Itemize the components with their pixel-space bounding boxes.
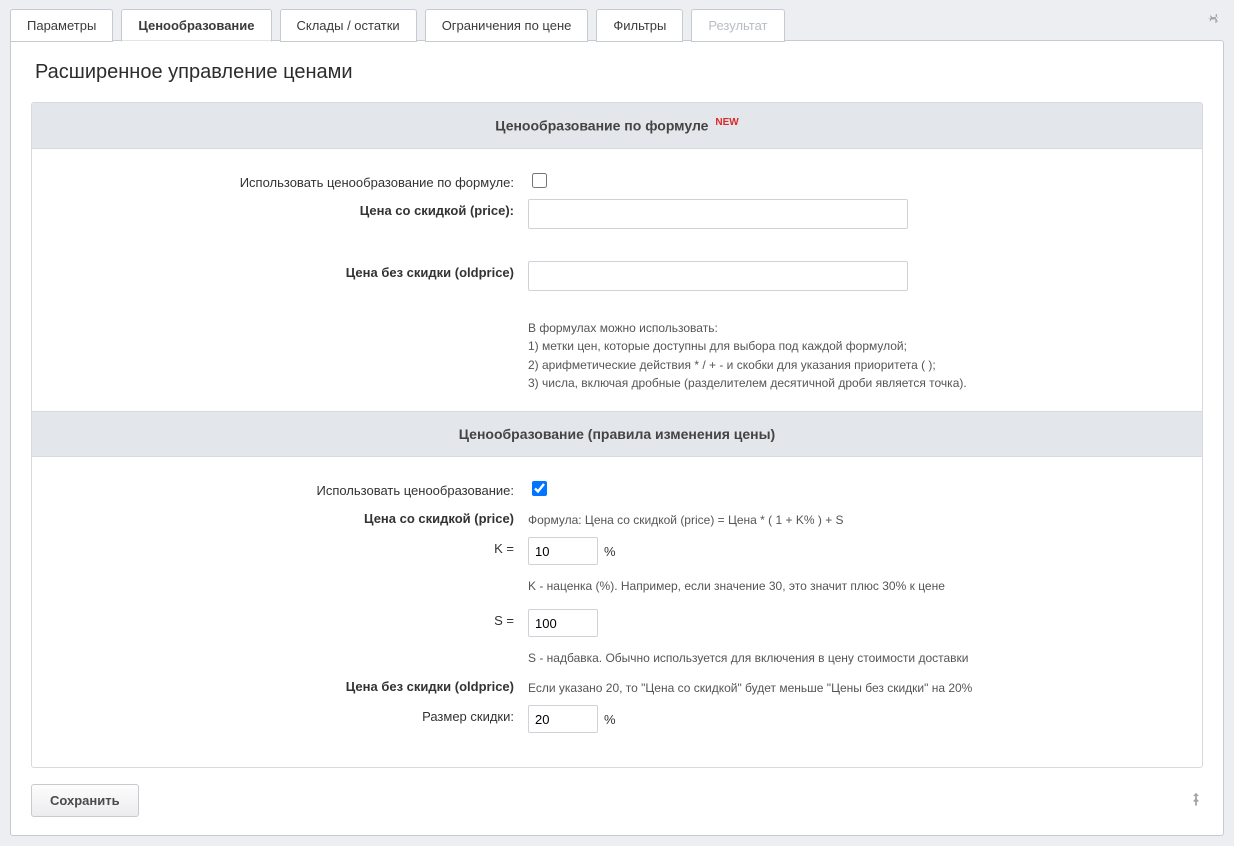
oldprice-formula-input[interactable] (528, 261, 908, 291)
section-rules-title: Ценообразование (правила изменения цены) (459, 426, 775, 442)
oldprice-formula-label: Цена без скидки (oldprice) (32, 261, 522, 280)
discount-input[interactable] (528, 705, 598, 733)
discount-label: Размер скидки: (32, 705, 522, 724)
tab-parameters[interactable]: Параметры (10, 9, 113, 42)
price-formula-label: Цена со скидкой (price): (32, 199, 522, 218)
price-rules-formula: Формула: Цена со скидкой (price) = Цена … (522, 507, 1202, 529)
k-help: K - наценка (%). Например, если значение… (528, 573, 1202, 595)
k-input[interactable] (528, 537, 598, 565)
formula-help-intro: В формулах можно использовать: (528, 319, 1168, 338)
oldprice-rules-label: Цена без скидки (oldprice) (32, 675, 522, 694)
formula-help-3: 3) числа, включая дробные (разделителем … (528, 374, 1168, 393)
settings-box: Ценообразование по формуле NEW Использов… (31, 102, 1203, 768)
oldprice-rules-help: Если указано 20, то "Цена со скидкой" бу… (522, 675, 1202, 697)
k-suffix: % (604, 544, 616, 559)
s-help: S - надбавка. Обычно используется для вк… (528, 645, 1202, 667)
page-title: Расширенное управление ценами (35, 61, 1203, 84)
price-rules-label: Цена со скидкой (price) (32, 507, 522, 526)
s-input[interactable] (528, 609, 598, 637)
formula-help: В формулах можно использовать: 1) метки … (528, 319, 1168, 393)
s-label: S = (32, 609, 522, 628)
section-formula-title: Ценообразование по формуле (495, 118, 708, 134)
tab-filters[interactable]: Фильтры (596, 9, 683, 42)
footer-pin-icon[interactable] (1189, 792, 1203, 809)
tab-warehouses[interactable]: Склады / остатки (280, 9, 417, 42)
tab-price-limits[interactable]: Ограничения по цене (425, 9, 589, 42)
formula-help-2: 2) арифметические действия * / + - и ско… (528, 356, 1168, 375)
section-formula-header: Ценообразование по формуле NEW (32, 103, 1202, 149)
section-rules-header: Ценообразование (правила изменения цены) (32, 411, 1202, 457)
tab-result: Результат (691, 9, 784, 42)
formula-help-1: 1) метки цен, которые доступны для выбор… (528, 337, 1168, 356)
use-pricing-checkbox[interactable] (532, 481, 547, 496)
pin-icon[interactable] (1202, 8, 1224, 41)
new-badge: NEW (715, 117, 738, 128)
tab-pricing[interactable]: Ценообразование (121, 9, 271, 42)
k-label: K = (32, 537, 522, 556)
use-formula-label: Использовать ценообразование по формуле: (32, 171, 522, 190)
use-formula-checkbox[interactable] (532, 173, 547, 188)
price-formula-input[interactable] (528, 199, 908, 229)
save-button[interactable]: Сохранить (31, 784, 139, 817)
discount-suffix: % (604, 712, 616, 727)
main-panel: Расширенное управление ценами Ценообразо… (10, 40, 1224, 836)
footer-bar: Сохранить (31, 784, 1203, 817)
use-pricing-label: Использовать ценообразование: (32, 479, 522, 498)
tabs-bar: Параметры Ценообразование Склады / остат… (10, 8, 1224, 41)
